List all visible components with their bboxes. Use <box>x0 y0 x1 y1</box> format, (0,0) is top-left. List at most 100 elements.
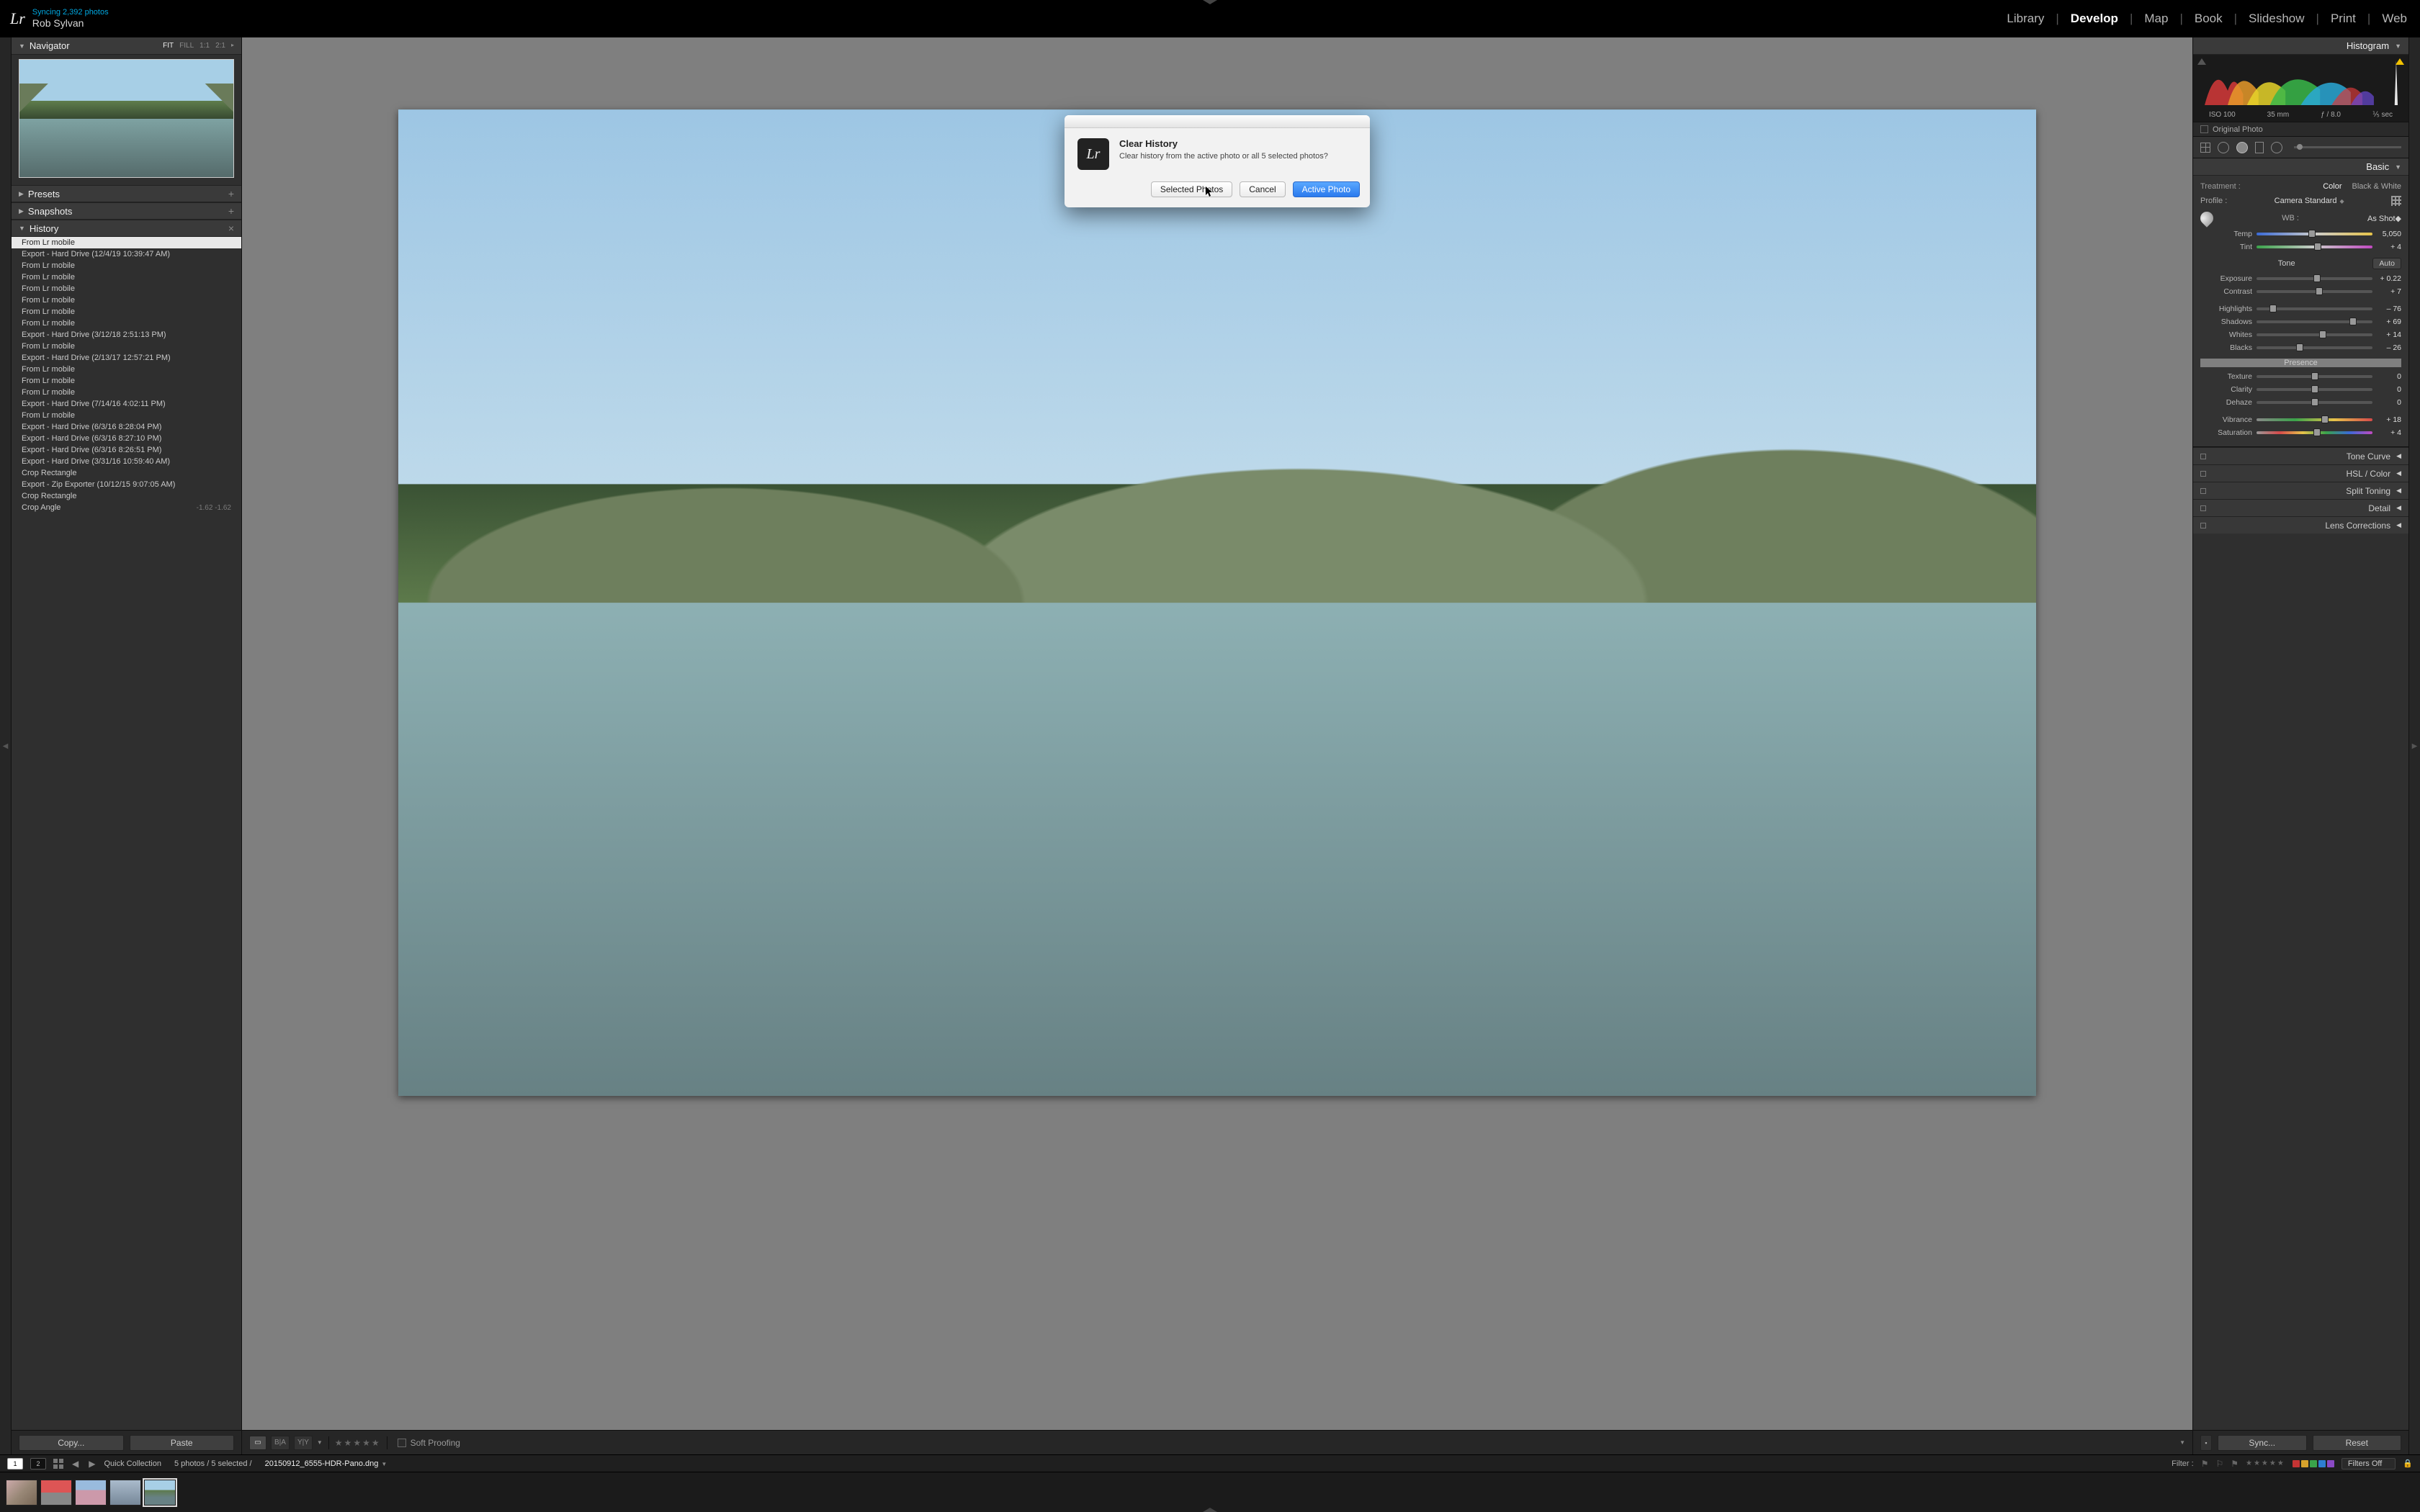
zoom-1-1[interactable]: 1:1 <box>200 42 210 50</box>
clarity-slider[interactable] <box>2257 388 2372 391</box>
history-item[interactable]: Export - Hard Drive (2/13/17 12:57:21 PM… <box>12 352 241 364</box>
selected-photos-button[interactable]: Selected Photos <box>1151 181 1232 197</box>
thumbnail[interactable] <box>6 1480 37 1506</box>
color-chip[interactable] <box>2327 1460 2334 1467</box>
nav-forward-button[interactable]: ▶ <box>87 1459 97 1469</box>
exposure-slider[interactable] <box>2257 277 2372 280</box>
right-panel-toggle[interactable]: ▶ <box>2408 37 2420 1454</box>
shadows-slider[interactable] <box>2257 320 2372 323</box>
tone-curve-section[interactable]: Tone Curve◀ <box>2193 447 2408 464</box>
history-item[interactable]: From Lr mobile <box>12 375 241 387</box>
history-item[interactable]: From Lr mobile <box>12 306 241 318</box>
navigator-preview[interactable] <box>19 59 234 178</box>
panel-switch-icon[interactable] <box>2200 488 2206 494</box>
cancel-button[interactable]: Cancel <box>1240 181 1285 197</box>
previous-settings-switch[interactable]: ▪ <box>2200 1435 2212 1451</box>
module-map[interactable]: Map <box>2144 12 2168 26</box>
history-item[interactable]: Export - Hard Drive (6/3/16 8:26:51 PM) <box>12 444 241 456</box>
histogram[interactable]: ISO 100 35 mm ƒ / 8.0 ⅕ sec <box>2193 55 2408 122</box>
loupe-view-button[interactable]: ▭ <box>249 1436 266 1450</box>
add-snapshot-button[interactable]: + <box>228 205 234 217</box>
crop-tool-icon[interactable] <box>2200 143 2210 153</box>
blacks-value[interactable]: – 26 <box>2377 343 2401 352</box>
detail-section[interactable]: Detail◀ <box>2193 499 2408 516</box>
history-item[interactable]: From Lr mobile <box>12 387 241 398</box>
texture-slider[interactable] <box>2257 375 2372 378</box>
zoom-2-1[interactable]: 2:1 <box>215 42 225 50</box>
module-web[interactable]: Web <box>2382 12 2407 26</box>
screen-2-button[interactable]: 2 <box>30 1458 46 1470</box>
panel-switch-icon[interactable] <box>2200 505 2206 511</box>
sync-status[interactable]: Syncing 2,392 photos <box>32 8 109 17</box>
zoom-more-icon[interactable]: ▸ <box>231 42 234 50</box>
profile-browser-icon[interactable] <box>2391 196 2401 206</box>
module-slideshow[interactable]: Slideshow <box>2249 12 2305 26</box>
filmstrip-path[interactable]: Quick Collection 5 photos / 5 selected /… <box>104 1459 387 1468</box>
dehaze-slider[interactable] <box>2257 401 2372 404</box>
history-item[interactable]: From Lr mobile <box>12 410 241 421</box>
hsl-color-section[interactable]: HSL / Color◀ <box>2193 464 2408 482</box>
before-after-split-button[interactable]: Y|Y <box>294 1436 313 1450</box>
color-chip[interactable] <box>2310 1460 2317 1467</box>
add-preset-button[interactable]: + <box>228 188 234 199</box>
sync-button[interactable]: Sync... <box>2218 1435 2307 1451</box>
history-item[interactable]: Export - Hard Drive (3/31/16 10:59:40 AM… <box>12 456 241 467</box>
grid-view-icon[interactable] <box>53 1459 63 1469</box>
rating-stars[interactable]: ★★★★★ <box>335 1438 381 1448</box>
zoom-fill[interactable]: FILL <box>179 42 194 50</box>
split-toning-section[interactable]: Split Toning◀ <box>2193 482 2408 499</box>
treatment-bw[interactable]: Black & White <box>2352 182 2401 191</box>
temp-slider[interactable] <box>2257 233 2372 235</box>
thumbnail[interactable] <box>109 1480 141 1506</box>
view-mode-menu[interactable]: ▼ <box>317 1439 323 1446</box>
panel-switch-icon[interactable] <box>2200 523 2206 528</box>
whites-slider[interactable] <box>2257 333 2372 336</box>
soft-proofing-toggle[interactable]: Soft Proofing <box>398 1438 460 1448</box>
panel-switch-icon[interactable] <box>2200 454 2206 459</box>
contrast-value[interactable]: + 7 <box>2377 287 2401 296</box>
thumbnail[interactable] <box>75 1480 107 1506</box>
mask-amount-slider[interactable] <box>2294 146 2401 148</box>
vibrance-value[interactable]: + 18 <box>2377 415 2401 424</box>
color-label-filter[interactable] <box>2293 1460 2334 1467</box>
wb-picker-icon[interactable] <box>2197 209 2215 227</box>
history-item[interactable]: From Lr mobile <box>12 271 241 283</box>
history-item[interactable]: Export - Zip Exporter (10/12/15 9:07:05 … <box>12 479 241 490</box>
main-photo[interactable] <box>398 109 2037 1096</box>
spot-tool-icon[interactable] <box>2218 142 2229 153</box>
snapshots-section[interactable]: ▶Snapshots + <box>12 202 241 220</box>
saturation-value[interactable]: + 4 <box>2377 428 2401 437</box>
module-library[interactable]: Library <box>2007 12 2044 26</box>
left-panel-toggle[interactable]: ◀ <box>0 37 12 1454</box>
dehaze-value[interactable]: 0 <box>2377 398 2401 407</box>
screen-1-button[interactable]: 1 <box>7 1458 23 1470</box>
history-item[interactable]: Crop Rectangle <box>12 467 241 479</box>
profile-dropdown[interactable]: Camera Standard <box>2275 197 2337 205</box>
blacks-slider[interactable] <box>2257 346 2372 349</box>
zoom-fit[interactable]: FIT <box>163 42 174 50</box>
thumbnail[interactable] <box>40 1480 72 1506</box>
copy-button[interactable]: Copy... <box>19 1435 124 1451</box>
color-chip[interactable] <box>2318 1460 2326 1467</box>
redeye-tool-icon[interactable] <box>2236 142 2248 153</box>
history-item[interactable]: Export - Hard Drive (7/14/16 4:02:11 PM) <box>12 398 241 410</box>
navigator-header[interactable]: ▼Navigator FITFILL1:12:1▸ <box>12 37 241 55</box>
history-item[interactable]: From Lr mobile <box>12 283 241 294</box>
module-book[interactable]: Book <box>2195 12 2223 26</box>
shadow-clip-warning-icon[interactable] <box>2197 58 2206 65</box>
active-photo-button[interactable]: Active Photo <box>1293 181 1360 197</box>
history-item[interactable]: Crop Rectangle <box>12 490 241 502</box>
saturation-slider[interactable] <box>2257 431 2372 434</box>
vibrance-slider[interactable] <box>2257 418 2372 421</box>
flag-filter-icon[interactable]: ⚑ <box>2201 1459 2209 1469</box>
clarity-value[interactable]: 0 <box>2377 385 2401 394</box>
nav-back-button[interactable]: ◀ <box>71 1459 80 1469</box>
histogram-header[interactable]: Histogram ▼ <box>2193 37 2408 55</box>
history-item[interactable]: Export - Hard Drive (6/3/16 8:27:10 PM) <box>12 433 241 444</box>
exposure-value[interactable]: + 0.22 <box>2377 274 2401 283</box>
texture-value[interactable]: 0 <box>2377 372 2401 381</box>
filter-preset-dropdown[interactable]: Filters Off <box>2341 1458 2396 1470</box>
highlight-clip-warning-icon[interactable] <box>2396 58 2404 65</box>
treatment-color[interactable]: Color <box>2323 182 2341 191</box>
radial-tool-icon[interactable] <box>2271 142 2282 153</box>
